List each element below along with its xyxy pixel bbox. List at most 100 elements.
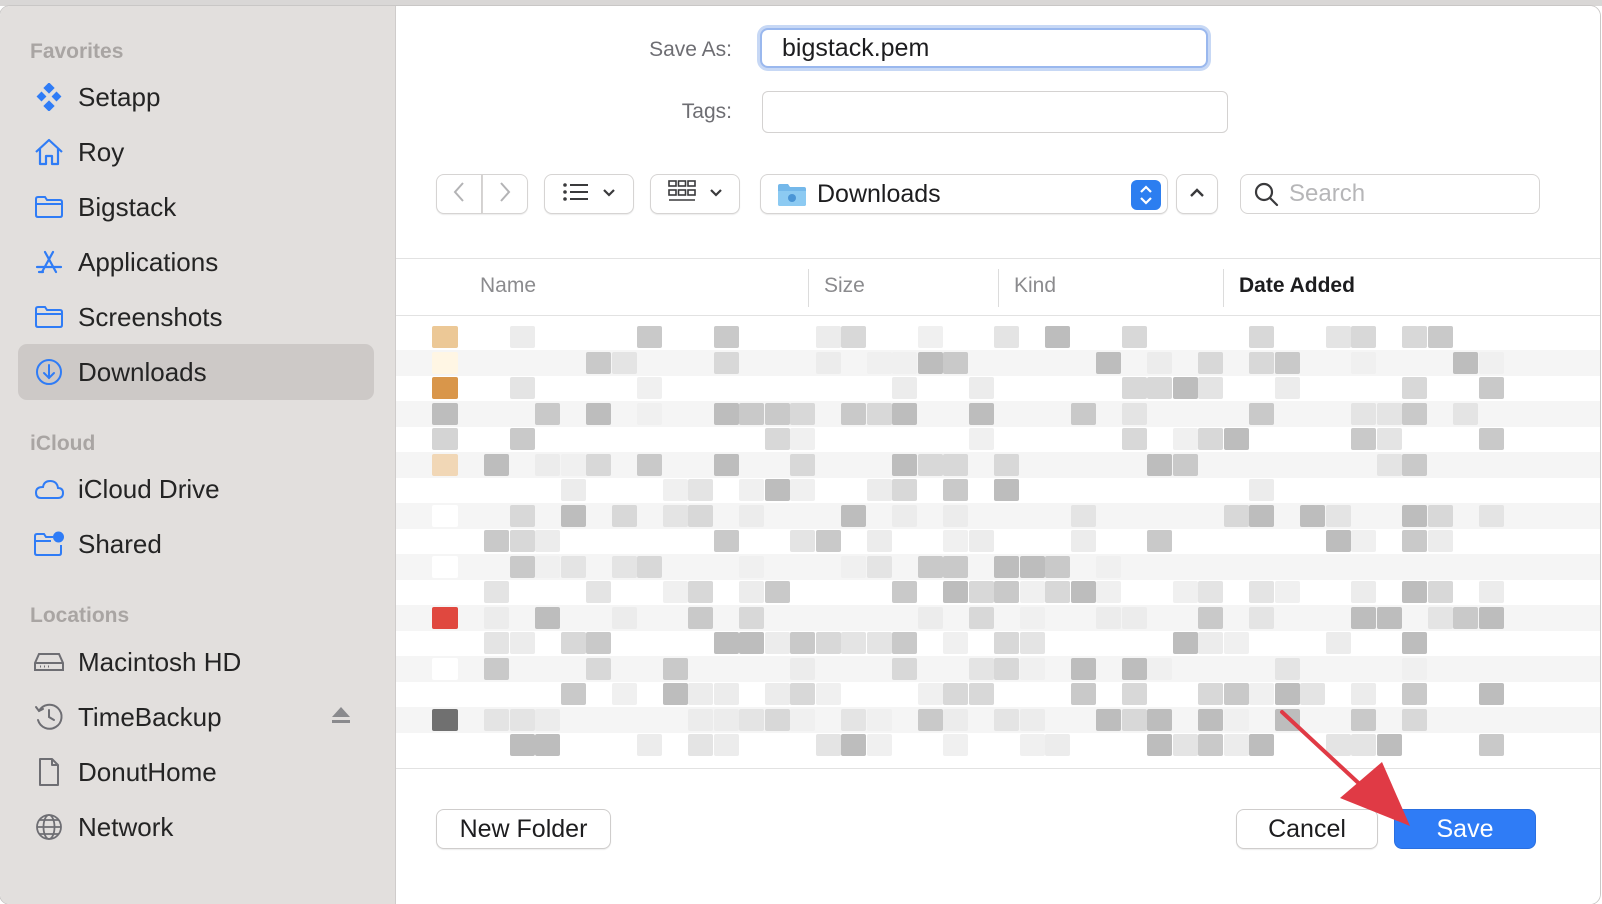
pixelated-block bbox=[611, 606, 637, 629]
file-row[interactable] bbox=[396, 528, 1600, 554]
file-row[interactable] bbox=[396, 553, 1600, 580]
pixelated-block bbox=[1402, 504, 1427, 527]
pixelated-block bbox=[713, 453, 739, 476]
pixelated-block bbox=[484, 581, 509, 603]
file-row[interactable] bbox=[396, 400, 1600, 427]
group-button[interactable] bbox=[650, 174, 740, 214]
pixelated-block bbox=[1172, 428, 1198, 450]
pixelated-block bbox=[688, 479, 713, 501]
sidebar-item-downloads[interactable]: Downloads bbox=[18, 344, 374, 400]
sidebar-item-network[interactable]: Network bbox=[18, 799, 374, 855]
pixelated-block bbox=[1045, 734, 1070, 756]
pixelated-block bbox=[1172, 581, 1198, 603]
pixelated-block bbox=[586, 453, 611, 476]
list-divider bbox=[396, 258, 1600, 259]
file-row[interactable] bbox=[396, 604, 1600, 631]
sidebar-item-label: Shared bbox=[78, 528, 162, 559]
file-row[interactable] bbox=[396, 502, 1600, 529]
file-row[interactable] bbox=[396, 426, 1600, 452]
pixelated-block bbox=[1376, 428, 1402, 450]
file-row[interactable] bbox=[396, 349, 1600, 376]
pixelated-block bbox=[764, 479, 790, 501]
column-header-size[interactable]: Size bbox=[824, 261, 865, 315]
pixelated-block bbox=[509, 530, 535, 552]
file-row[interactable] bbox=[396, 655, 1600, 682]
pixelated-block bbox=[1019, 555, 1045, 578]
pixelated-block bbox=[688, 606, 713, 629]
eject-icon[interactable] bbox=[330, 705, 352, 730]
pixelated-block bbox=[917, 326, 943, 348]
file-row[interactable] bbox=[396, 375, 1600, 401]
pixelated-block bbox=[1019, 708, 1045, 731]
pixelated-block bbox=[1121, 606, 1147, 629]
pixelated-block bbox=[815, 351, 841, 374]
pixelated-block bbox=[662, 504, 688, 527]
pixelated-block bbox=[662, 657, 688, 680]
sidebar-item-setapp[interactable]: Setapp bbox=[18, 69, 374, 125]
pixelated-block bbox=[841, 504, 866, 527]
pixelated-block bbox=[484, 632, 509, 654]
pixelated-block bbox=[586, 351, 611, 374]
pixelated-block bbox=[994, 555, 1019, 578]
pixelated-block bbox=[509, 377, 535, 399]
sidebar-item-roy[interactable]: Roy bbox=[18, 124, 374, 180]
file-row[interactable] bbox=[396, 477, 1600, 503]
downloads-icon bbox=[32, 355, 66, 389]
pixelated-block bbox=[1376, 453, 1402, 476]
pixelated-block bbox=[917, 453, 943, 476]
sidebar-item-screenshots[interactable]: Screenshots bbox=[18, 289, 374, 345]
pixelated-block bbox=[1402, 581, 1427, 603]
pixelated-block bbox=[994, 632, 1019, 654]
sidebar-item-shared[interactable]: Shared bbox=[18, 516, 374, 572]
pixelated-block bbox=[1172, 453, 1198, 476]
save-as-field[interactable] bbox=[760, 28, 1208, 68]
pixelated-block bbox=[560, 479, 586, 501]
column-header-name[interactable]: Name bbox=[480, 261, 536, 315]
pixelated-block bbox=[943, 581, 968, 603]
pixelated-block bbox=[1402, 683, 1427, 705]
back-button[interactable] bbox=[436, 174, 482, 214]
forward-button[interactable] bbox=[482, 174, 528, 214]
pixelated-block bbox=[1121, 326, 1147, 348]
network-icon bbox=[32, 810, 66, 844]
expand-collapse-button[interactable] bbox=[1176, 174, 1218, 214]
pixelated-block bbox=[535, 555, 560, 578]
sidebar-item-timebackup[interactable]: TimeBackup bbox=[18, 689, 374, 745]
pixelated-block bbox=[1453, 351, 1478, 374]
sidebar-section-favorites: Favorites bbox=[30, 40, 124, 63]
pixelated-block bbox=[994, 479, 1019, 501]
sidebar-item-label: DonutHome bbox=[78, 756, 217, 787]
file-row[interactable] bbox=[396, 579, 1600, 605]
sidebar-item-icloud-drive[interactable]: iCloud Drive bbox=[18, 461, 374, 517]
pixelated-block bbox=[815, 734, 841, 756]
pixelated-block bbox=[688, 504, 713, 527]
sidebar-item-macintosh-hd[interactable]: Macintosh HD bbox=[18, 634, 374, 690]
file-row[interactable] bbox=[396, 681, 1600, 707]
pixelated-block bbox=[509, 632, 535, 654]
sidebar-item-applications[interactable]: Applications bbox=[18, 234, 374, 290]
pixelated-block bbox=[968, 683, 994, 705]
pixelated-block bbox=[637, 555, 662, 578]
pixelated-block bbox=[994, 708, 1019, 731]
search-box[interactable] bbox=[1240, 174, 1540, 214]
tags-field[interactable] bbox=[762, 91, 1228, 133]
pixelated-block bbox=[484, 657, 509, 680]
file-row[interactable] bbox=[396, 451, 1600, 478]
list-view-button[interactable] bbox=[544, 174, 634, 214]
pixelated-block bbox=[1147, 657, 1172, 680]
location-popup[interactable]: Downloads bbox=[760, 174, 1168, 214]
file-row[interactable] bbox=[396, 324, 1600, 350]
search-input[interactable] bbox=[1287, 179, 1521, 209]
cloud-icon bbox=[32, 472, 66, 506]
updown-stepper-icon bbox=[1131, 180, 1161, 210]
column-header-kind[interactable]: Kind bbox=[1014, 261, 1056, 315]
sidebar-item-donuthome[interactable]: DonutHome bbox=[18, 744, 374, 800]
column-header-date-added[interactable]: Date Added bbox=[1239, 261, 1355, 315]
file-row[interactable] bbox=[396, 630, 1600, 656]
column-separator bbox=[1223, 269, 1224, 307]
pixelated-block bbox=[892, 351, 917, 374]
new-folder-button[interactable]: New Folder bbox=[436, 809, 611, 849]
sidebar-item-bigstack[interactable]: Bigstack bbox=[18, 179, 374, 235]
pixelated-block bbox=[866, 351, 892, 374]
pixelated-block bbox=[1121, 657, 1147, 680]
